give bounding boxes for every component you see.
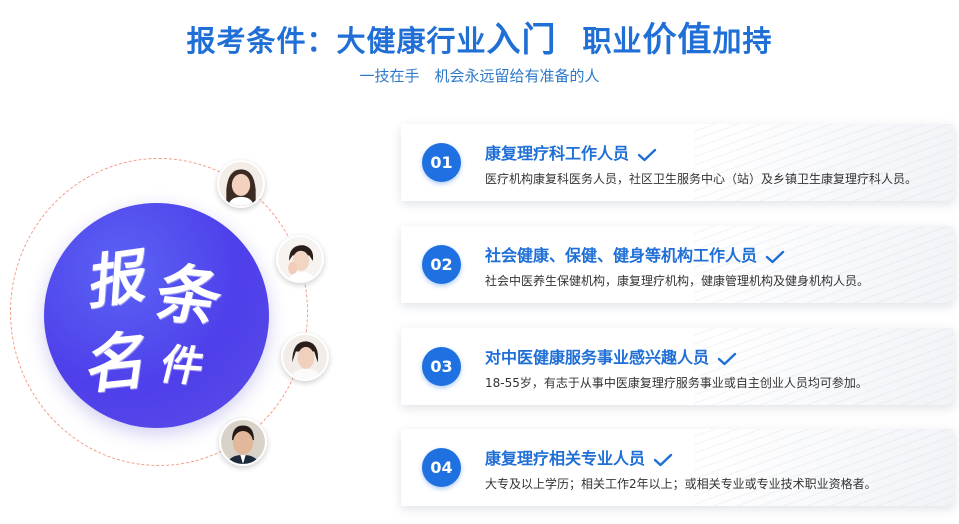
title-part-1: 报考条件：大健康行业 [186,24,487,58]
checkmark-icon [765,250,785,263]
card-description: 医疗机构康复科医务人员，社区卫生服务中心（站）及乡镇卫生康复理疗科人员。 [485,172,918,186]
badge-char-bao: 报 [87,240,150,318]
card-title: 对中医健康服务事业感兴趣人员 [485,344,737,368]
checkmark-icon [717,352,737,365]
card-number-badge: 01 [422,143,461,182]
page-title: 报考条件：大健康行业入门 职业价值加持 [0,12,959,61]
avatar-woman-1 [217,160,265,208]
card-description: 社会中医养生保健机构，康复理疗机构，健康管理机构及健身机构人员。 [485,274,870,288]
requirement-card-3: 03 对中医健康服务事业感兴趣人员 18-55岁，有志于从事中医康复理疗服务事业… [401,328,954,405]
checkmark-icon [653,453,673,466]
checkmark-icon [637,148,657,161]
card-number-badge: 04 [422,448,461,487]
requirement-card-1: 01 康复理疗科工作人员 医疗机构康复科医务人员，社区卫生服务中心（站）及乡镇卫… [401,124,954,201]
card-title: 康复理疗相关专业人员 [485,445,673,469]
requirement-card-4: 04 康复理疗相关专业人员 大专及以上学历；相关工作2年以上；或相关专业或专业技… [401,429,954,506]
card-description: 18-55岁，有志于从事中医康复理疗服务事业或自主创业人员均可参加。 [485,376,868,390]
card-title-text: 社会健康、保健、健身等机构工作人员 [485,246,758,265]
card-number-badge: 02 [422,245,461,284]
card-title-text: 对中医健康服务事业感兴趣人员 [485,348,710,367]
card-title: 康复理疗科工作人员 [485,140,657,164]
title-emphasis-1: 入门 [486,20,557,60]
title-emphasis-2: 价值 [642,20,713,60]
requirement-card-2: 02 社会健康、保健、健身等机构工作人员 社会中医养生保健机构，康复理疗机构，健… [401,226,954,303]
card-title-text: 康复理疗科工作人员 [485,144,630,163]
title-part-2: 职业 [582,24,643,58]
card-title: 社会健康、保健、健身等机构工作人员 [485,242,785,266]
page-subtitle: 一技在手 机会永远留给有准备的人 [359,67,600,85]
card-description: 大专及以上学历；相关工作2年以上；或相关专业或专业技术职业资格者。 [485,477,877,491]
title-part-3: 加持 [712,24,773,58]
avatar-man [219,418,267,466]
avatar-woman-3 [281,333,329,381]
card-number-badge: 03 [422,347,461,386]
avatar-woman-2 [276,235,324,283]
card-title-text: 康复理疗相关专业人员 [485,449,646,468]
